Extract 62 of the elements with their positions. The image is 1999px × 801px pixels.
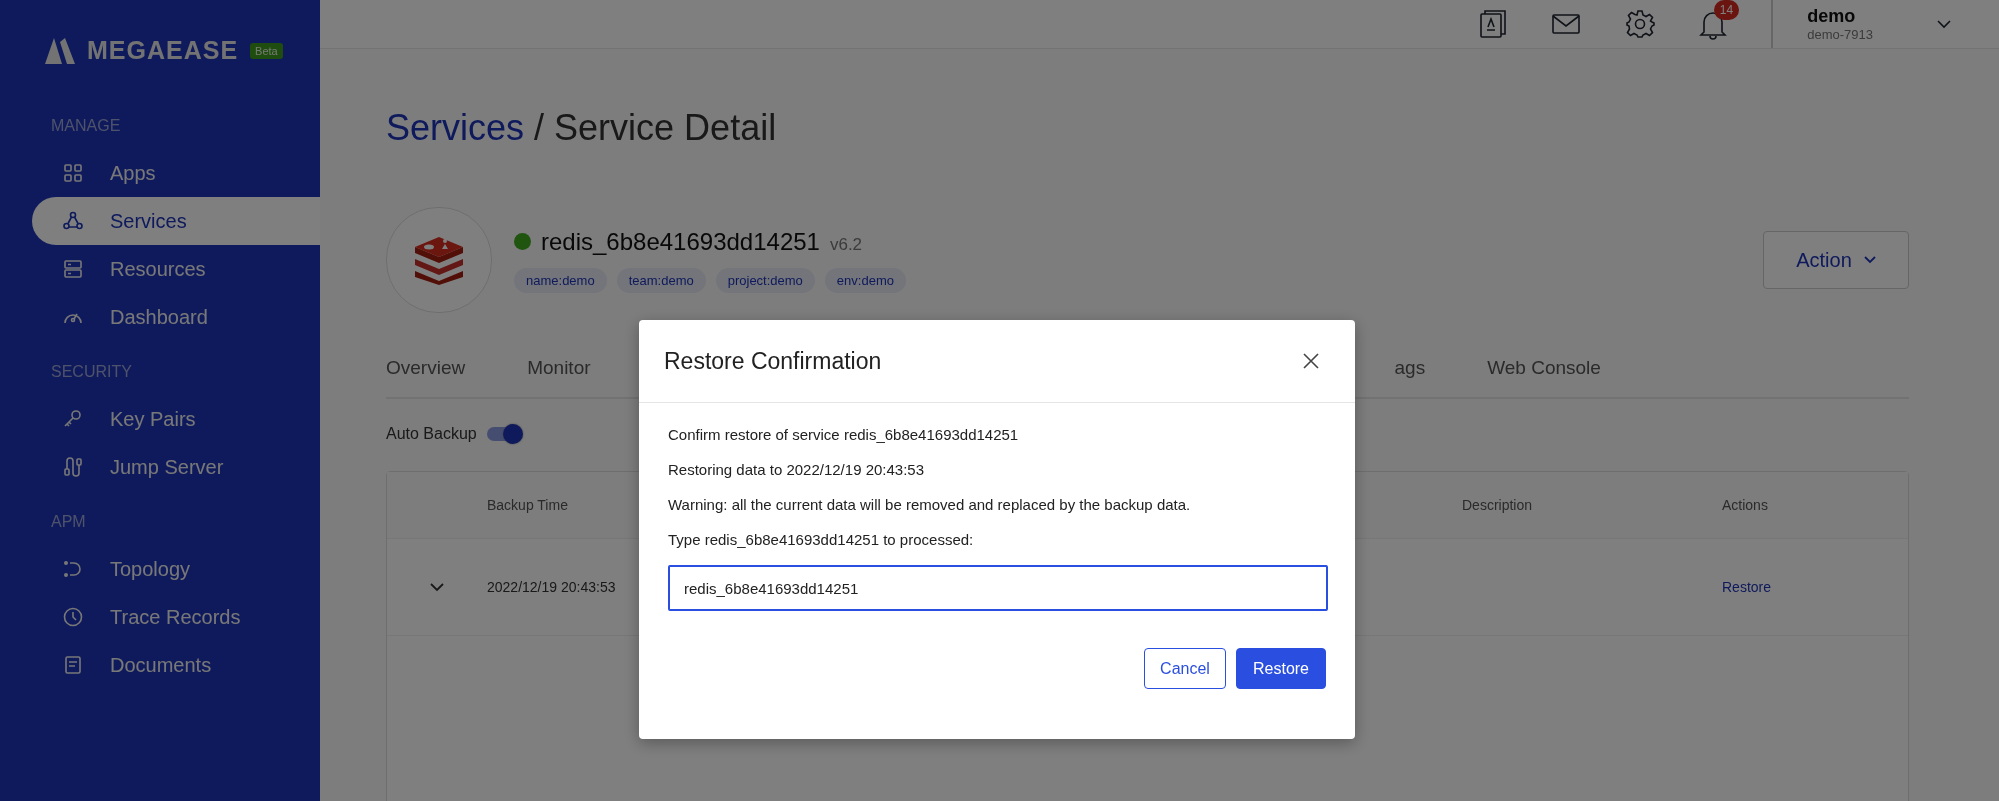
nav-item[interactable]: Topology <box>32 545 320 593</box>
auto-backup-switch[interactable] <box>486 427 521 441</box>
nav-item[interactable]: Resources <box>32 245 320 293</box>
beta-badge: Beta <box>250 42 283 59</box>
dialog-text: Restoring data to 2022/12/19 20:43:53 <box>668 460 926 479</box>
contacts-icon[interactable] <box>1479 9 1508 39</box>
section-title: SECURITY <box>50 363 133 381</box>
restore-link[interactable]: Restore <box>1722 579 1772 595</box>
nav-item[interactable]: Documents <box>32 641 320 689</box>
section-title: APM <box>50 513 87 531</box>
cancel-button[interactable]: Cancel <box>1144 648 1226 689</box>
column-header: Actions <box>1722 497 1769 513</box>
table-cell: 2022/12/19 20:43:53 <box>487 579 616 595</box>
logo-text: MEGAEASE <box>87 36 239 65</box>
tab[interactable]: Web Console <box>1487 357 1601 379</box>
nav-item[interactable]: Dashboard <box>32 293 320 341</box>
confirm-input-field[interactable]: redis_6b8e41693dd14251 <box>668 565 1328 611</box>
dialog-text: Confirm restore of service redis_6b8e41693dd14251 <box>668 425 1020 444</box>
tag: name:demo <box>514 267 607 293</box>
tag: env:demo <box>824 267 906 293</box>
tag: team:demo <box>616 267 706 293</box>
user-name: demo <box>1807 6 1857 27</box>
dialog-text: Type redis_6b8e41693dd14251 to processed: <box>668 530 975 549</box>
nav-item[interactable]: Services <box>32 197 320 245</box>
nav-item[interactable]: Apps <box>32 149 320 197</box>
chevron-down-icon <box>1863 256 1876 264</box>
clock-icon <box>62 606 84 628</box>
tab[interactable]: Overview <box>386 357 466 379</box>
nav-item[interactable]: Jump Server <box>32 443 320 491</box>
tab[interactable]: Monitor <box>527 357 591 379</box>
service-version: v6.2 <box>829 234 863 255</box>
expand-chevron-icon[interactable] <box>430 582 444 592</box>
chevron-down-icon[interactable] <box>1937 19 1951 29</box>
topology-icon <box>62 558 84 580</box>
mail-icon[interactable] <box>1551 12 1582 36</box>
server-icon <box>62 258 84 280</box>
section-title: MANAGE <box>50 117 122 135</box>
nav-item[interactable]: Key Pairs <box>32 395 320 443</box>
jump-icon <box>62 456 84 478</box>
nav-item[interactable]: Trace Records <box>32 593 320 641</box>
service-name: redis_6b8e41693dd14251 <box>541 227 820 256</box>
tab[interactable]: ags <box>1394 357 1426 379</box>
breadcrumb-link[interactable]: Services <box>386 107 525 149</box>
nodes-icon <box>62 210 84 232</box>
dialog-text: Warning: all the current data will be removed and replaced by the backup data. <box>668 495 1192 514</box>
notification-badge: 14 <box>1713 0 1740 20</box>
dialog-title: Restore Confirmation <box>664 347 882 375</box>
page-title: Service Detail <box>554 107 777 149</box>
close-icon[interactable] <box>1303 353 1319 369</box>
grid-icon <box>62 162 84 184</box>
action-button[interactable]: Action <box>1763 231 1909 289</box>
restore-button[interactable]: Restore <box>1236 648 1326 689</box>
logo-icon <box>45 37 75 64</box>
doc-icon <box>62 654 84 676</box>
column-header: Backup Time <box>487 497 568 513</box>
column-header: Description <box>1462 497 1534 513</box>
settings-icon[interactable] <box>1625 9 1656 39</box>
auto-backup-label: Auto Backup <box>386 425 477 443</box>
database-stack-icon <box>412 235 466 285</box>
user-account: demo-7913 <box>1807 27 1873 42</box>
breadcrumb-separator: / <box>534 107 545 149</box>
tag: project:demo <box>715 267 815 293</box>
